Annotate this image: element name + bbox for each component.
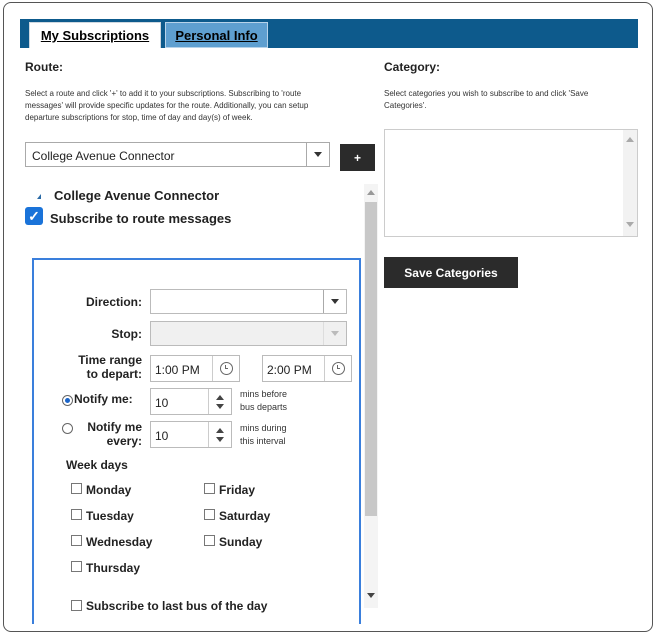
route-select-value: College Avenue Connector bbox=[32, 149, 175, 163]
route-subscriptions-list: College Avenue Connector ✓ Subscribe to … bbox=[22, 184, 378, 624]
time-to-value: 2:00 PM bbox=[267, 363, 312, 377]
notify-every-value: 10 bbox=[155, 429, 169, 443]
thursday-label: Thursday bbox=[86, 561, 141, 575]
monday-checkbox[interactable] bbox=[71, 483, 82, 494]
clock-icon[interactable] bbox=[212, 356, 239, 381]
category-scrollbar[interactable] bbox=[623, 130, 637, 236]
route-help-line-3: departure subscriptions for stop, time o… bbox=[25, 113, 253, 122]
tab-bar: My Subscriptions Personal Info bbox=[20, 19, 638, 48]
category-help-line-1: Select categories you wish to subscribe … bbox=[384, 89, 589, 98]
friday-checkbox[interactable] bbox=[204, 483, 215, 494]
notify-me-radio[interactable] bbox=[62, 395, 73, 406]
notify-me-value: 10 bbox=[155, 396, 169, 410]
last-bus-checkbox[interactable] bbox=[71, 600, 82, 611]
notify-every-label-line-2: every: bbox=[106, 434, 142, 448]
time-range-label-line-2: to depart: bbox=[86, 367, 142, 381]
scroll-down-icon[interactable] bbox=[367, 593, 375, 598]
scroll-down-icon[interactable] bbox=[626, 222, 634, 227]
sunday-label: Sunday bbox=[219, 535, 263, 549]
notify-me-label: Notify me: bbox=[74, 392, 133, 406]
time-from-value: 1:00 PM bbox=[155, 363, 200, 377]
category-title: Category: bbox=[384, 60, 441, 74]
friday-label: Friday bbox=[219, 483, 256, 497]
category-list[interactable] bbox=[384, 129, 638, 237]
tuesday-label: Tuesday bbox=[86, 509, 134, 523]
thursday-checkbox[interactable] bbox=[71, 561, 82, 572]
monday-label: Monday bbox=[86, 483, 132, 497]
route-help-line-1: Select a route and click '+' to add it t… bbox=[25, 89, 302, 98]
scrollbar-thumb[interactable] bbox=[365, 202, 377, 516]
notify-every-label-line-1: Notify me bbox=[87, 420, 142, 434]
time-range-label-line-1: Time range bbox=[78, 353, 142, 367]
list-scrollbar[interactable] bbox=[364, 184, 378, 608]
notify-me-hint-line-2: bus departs bbox=[240, 402, 288, 412]
add-route-button[interactable]: + bbox=[340, 144, 375, 171]
route-item-title: College Avenue Connector bbox=[54, 188, 220, 203]
scroll-up-icon[interactable] bbox=[626, 137, 634, 142]
subscriptions-dialog: My Subscriptions Personal Info Route: Se… bbox=[3, 2, 653, 632]
wednesday-label: Wednesday bbox=[86, 535, 153, 549]
tab-personal-info[interactable]: Personal Info bbox=[165, 22, 268, 48]
notify-me-stepper[interactable]: 10 bbox=[150, 388, 232, 415]
tab-my-subscriptions[interactable]: My Subscriptions bbox=[29, 22, 161, 48]
time-to-input[interactable]: 2:00 PM bbox=[262, 355, 352, 382]
saturday-checkbox[interactable] bbox=[204, 509, 215, 520]
notify-every-hint-line-2: this interval bbox=[240, 436, 286, 446]
last-bus-label: Subscribe to last bus of the day bbox=[86, 599, 268, 613]
notify-every-radio[interactable] bbox=[62, 423, 73, 434]
stop-label: Stop: bbox=[111, 327, 142, 341]
chevron-down-icon bbox=[323, 322, 346, 345]
route-title: Route: bbox=[25, 60, 63, 74]
stepper-arrows-icon[interactable] bbox=[208, 422, 231, 447]
sunday-checkbox[interactable] bbox=[204, 535, 215, 546]
scroll-up-icon[interactable] bbox=[367, 190, 375, 195]
route-select[interactable]: College Avenue Connector bbox=[25, 142, 330, 167]
direction-select[interactable] bbox=[150, 289, 347, 314]
route-help-line-2: messages' will provide specific updates … bbox=[25, 101, 309, 110]
collapse-icon[interactable] bbox=[37, 194, 41, 199]
subscribe-route-messages-checkbox[interactable]: ✓ bbox=[25, 207, 43, 225]
clock-icon[interactable] bbox=[324, 356, 351, 381]
save-categories-button[interactable]: Save Categories bbox=[384, 257, 518, 288]
time-from-input[interactable]: 1:00 PM bbox=[150, 355, 240, 382]
direction-label: Direction: bbox=[85, 295, 142, 309]
departure-subscription-panel: Direction: Stop: Time range to depart: 1… bbox=[32, 258, 361, 624]
stepper-arrows-icon[interactable] bbox=[208, 389, 231, 414]
tuesday-checkbox[interactable] bbox=[71, 509, 82, 520]
chevron-down-icon[interactable] bbox=[323, 290, 346, 313]
notify-every-hint-line-1: mins during bbox=[240, 423, 287, 433]
chevron-down-icon[interactable] bbox=[306, 143, 329, 166]
subscribe-route-messages-label: Subscribe to route messages bbox=[50, 211, 232, 226]
weekdays-title: Week days bbox=[66, 458, 128, 472]
stop-select[interactable] bbox=[150, 321, 347, 346]
saturday-label: Saturday bbox=[219, 509, 271, 523]
wednesday-checkbox[interactable] bbox=[71, 535, 82, 546]
category-help-line-2: Categories'. bbox=[384, 101, 427, 110]
notify-me-hint-line-1: mins before bbox=[240, 389, 288, 399]
notify-every-stepper[interactable]: 10 bbox=[150, 421, 232, 448]
